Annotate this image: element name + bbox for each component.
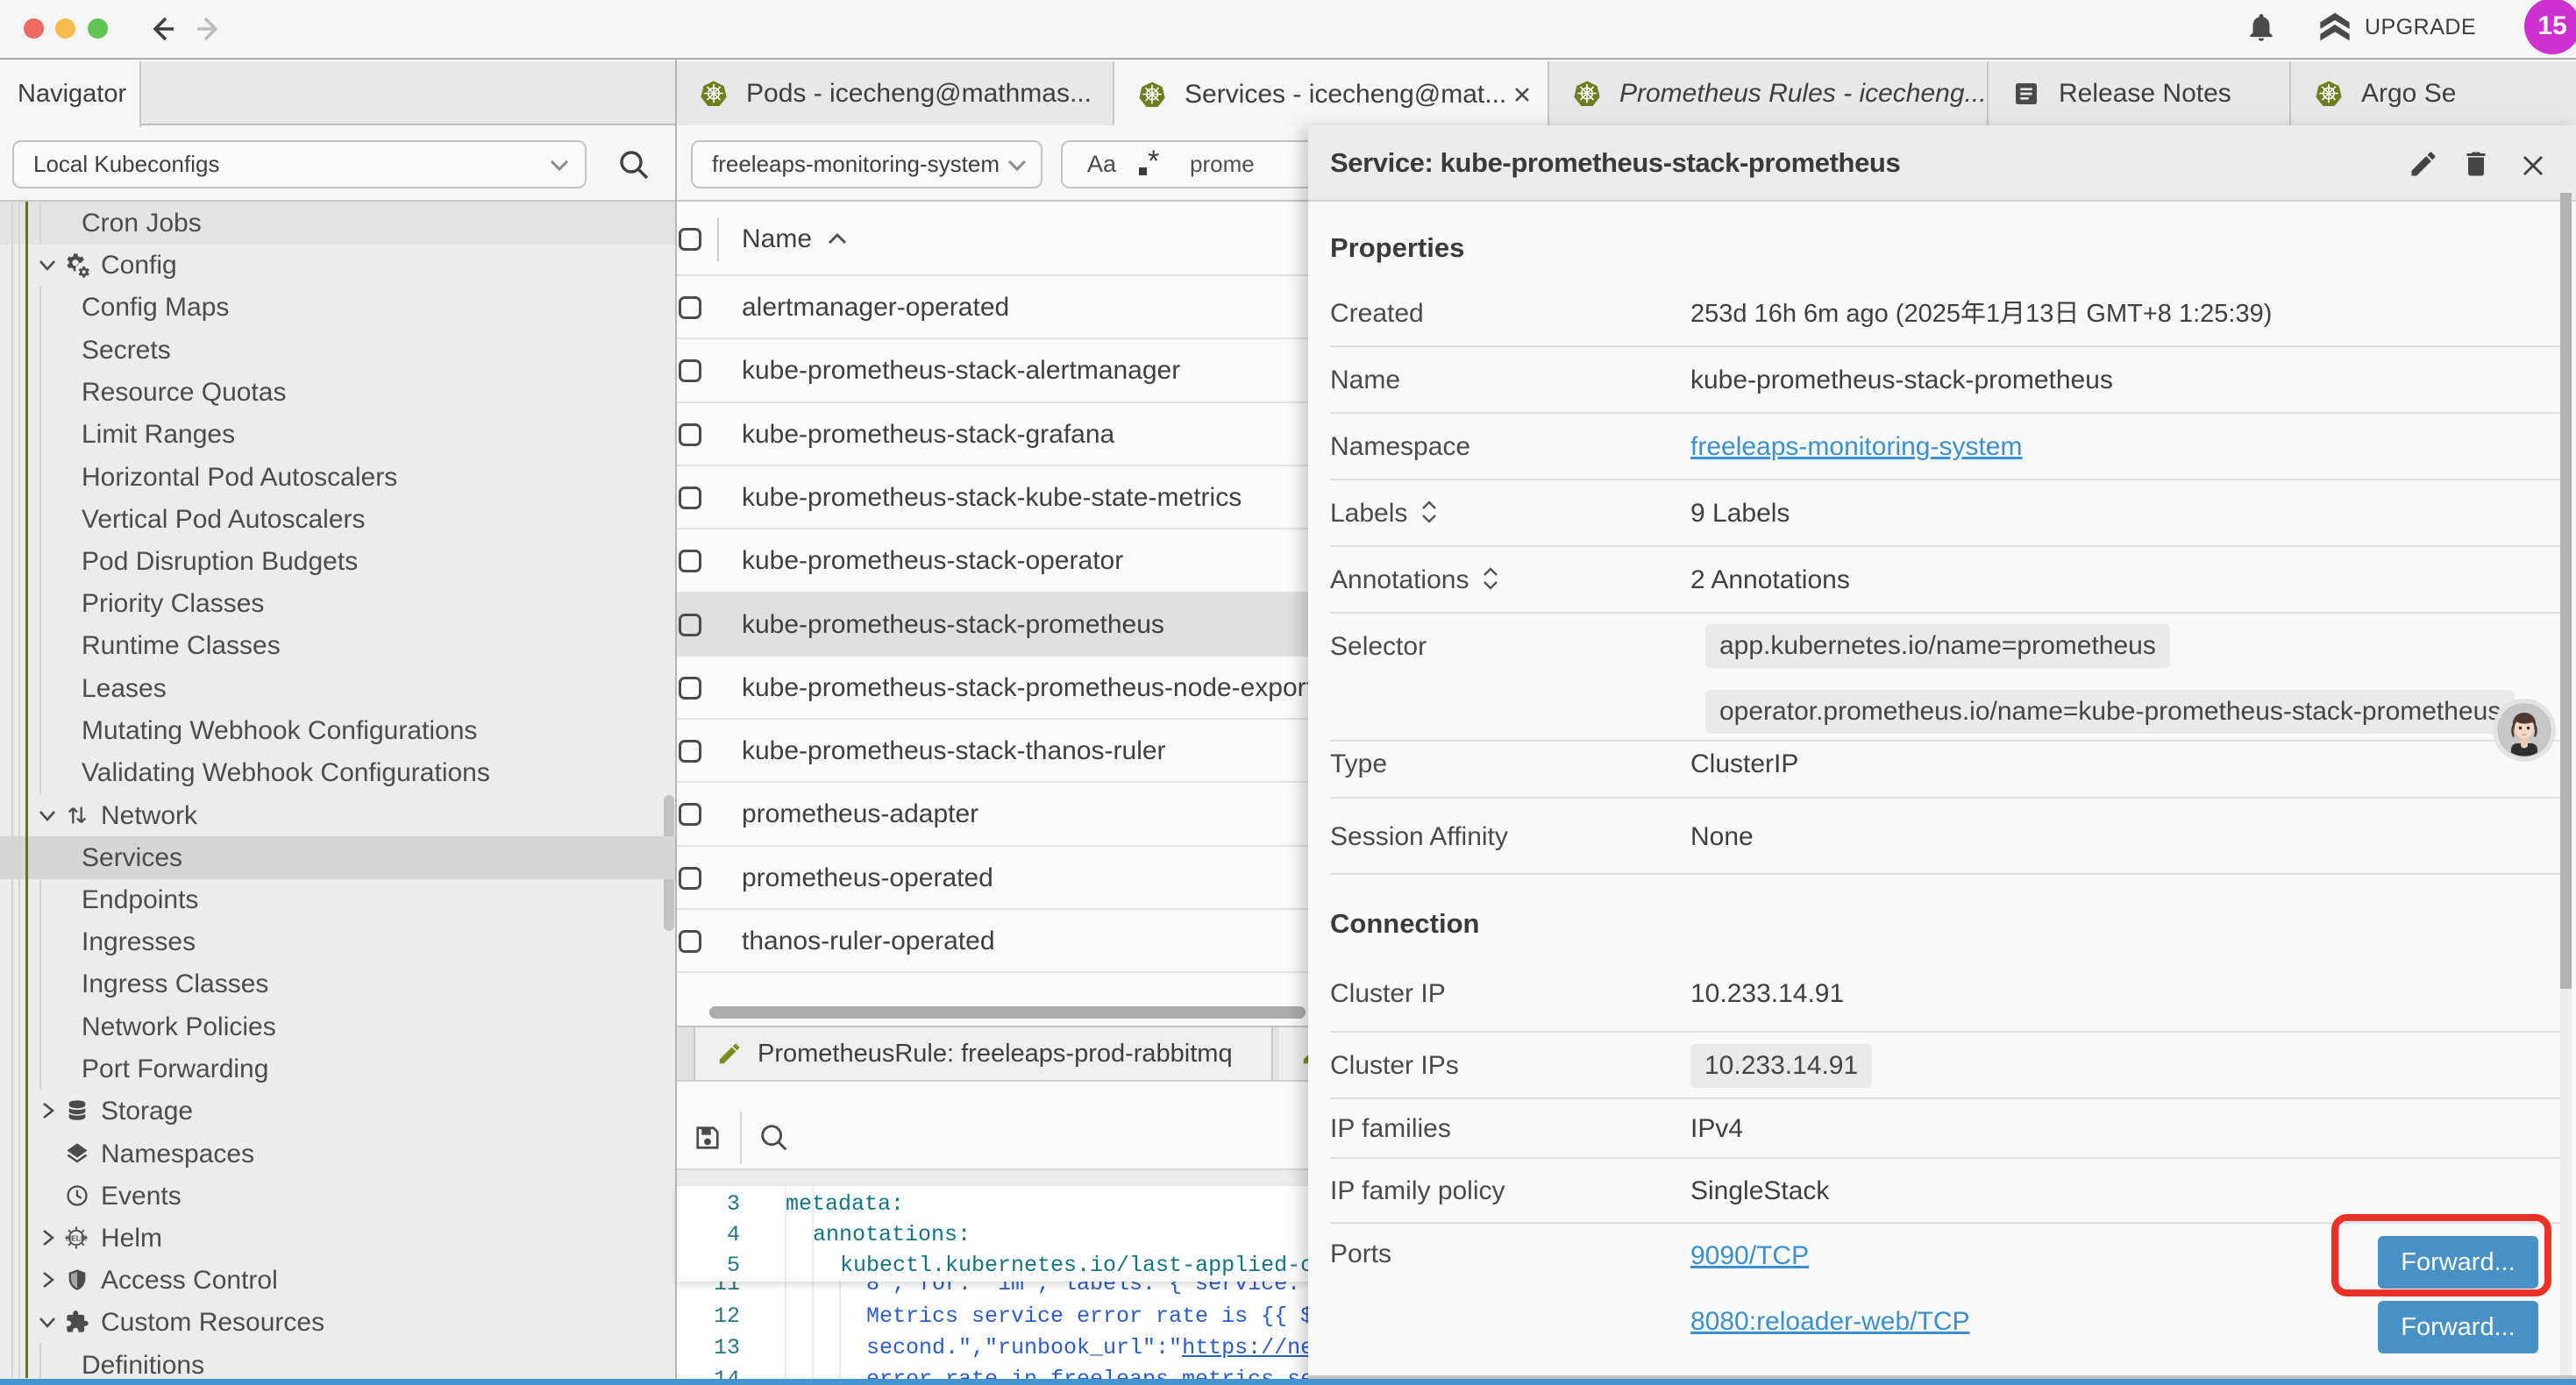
svg-text:HELM: HELM: [66, 1234, 87, 1243]
